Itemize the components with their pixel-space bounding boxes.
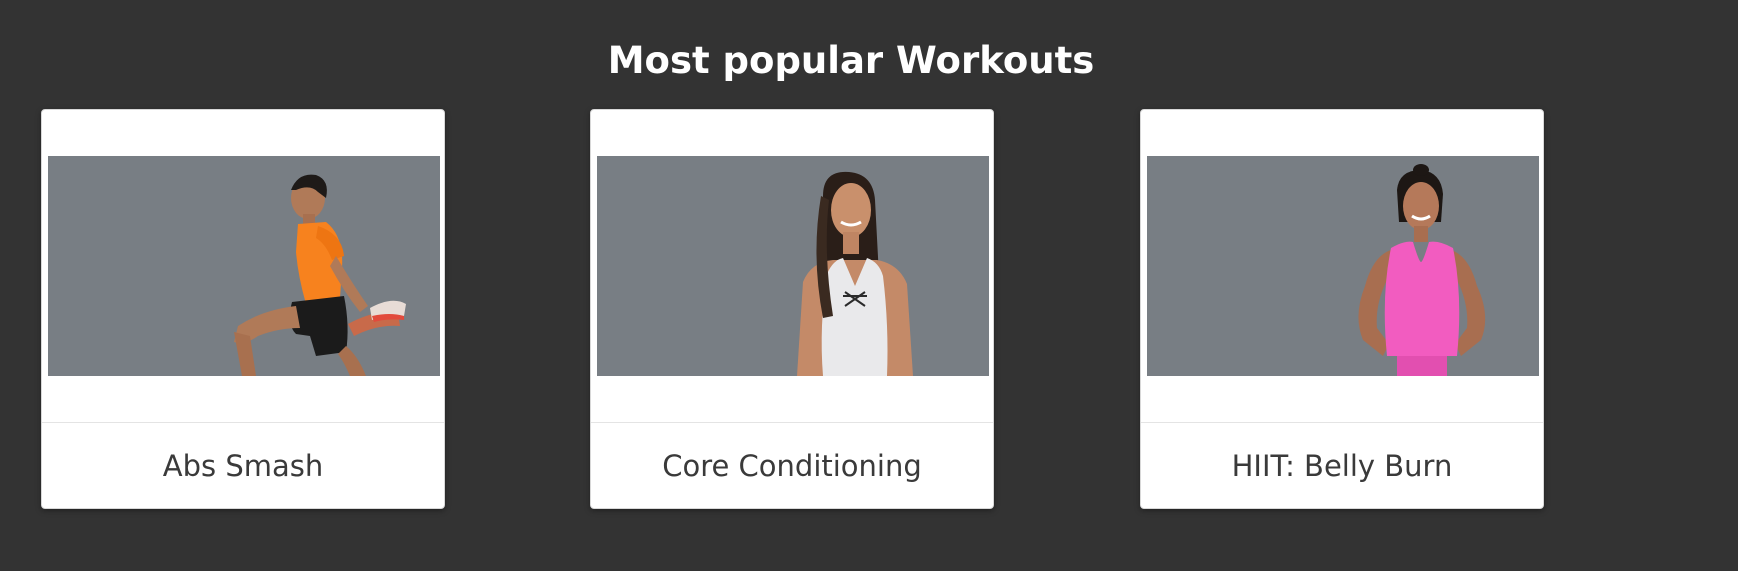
workout-title: Abs Smash	[162, 448, 324, 483]
section-title: Most popular Workouts	[607, 39, 1095, 82]
card-media	[1141, 110, 1543, 423]
popular-workouts-page: Most popular Workouts Abs Smash Core Con…	[0, 0, 1738, 571]
card-media	[42, 110, 444, 423]
workout-image-abs-smash	[48, 156, 440, 376]
workout-card-hiit-belly-burn[interactable]: HIIT: Belly Burn	[1140, 109, 1544, 509]
workout-title: Core Conditioning	[662, 448, 922, 483]
workout-card-abs-smash[interactable]: Abs Smash	[41, 109, 445, 509]
card-media	[591, 110, 993, 423]
woman-pink-tank-illustration	[1147, 156, 1539, 376]
workout-card-core-conditioning[interactable]: Core Conditioning	[590, 109, 994, 509]
woman-white-tank-illustration	[597, 156, 989, 376]
workout-title: HIIT: Belly Burn	[1231, 448, 1453, 483]
workout-image-core-conditioning	[597, 156, 989, 376]
workout-image-hiit-belly-burn	[1147, 156, 1539, 376]
man-stretching-illustration	[48, 156, 440, 376]
